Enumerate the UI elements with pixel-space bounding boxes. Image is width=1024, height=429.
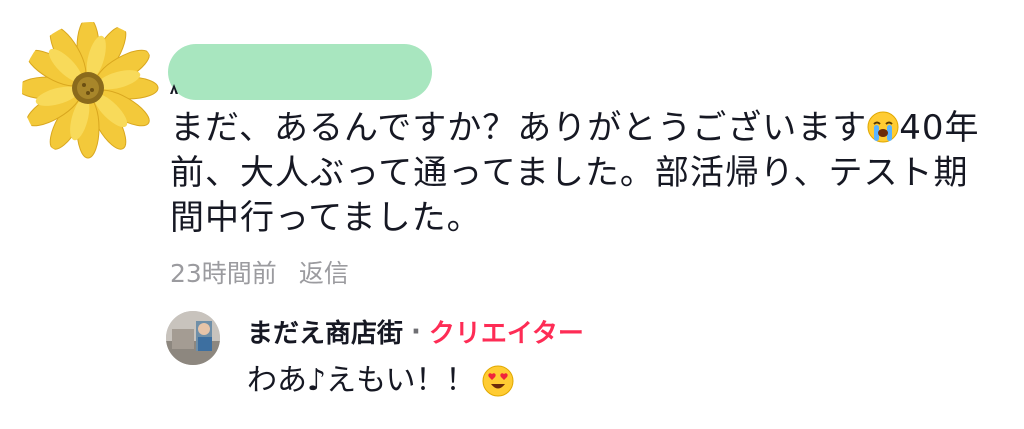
comment-timestamp: 23時間前 [170, 259, 277, 288]
reply-button[interactable]: 返信 [299, 254, 349, 290]
reply-text: わあ♪えもい！！ [247, 360, 514, 402]
redacted-username [168, 44, 432, 100]
creator-badge: クリエイター [428, 319, 584, 349]
reply-header: まだえ商店街 · クリエイター [247, 313, 584, 350]
user-avatar [166, 311, 220, 365]
heart-eyes-emoji [482, 365, 514, 397]
commenter-avatar[interactable] [22, 22, 160, 160]
separator-dot: · [411, 316, 421, 347]
comment-text-part1: まだ、あるんですか？ありがとうございます [170, 108, 868, 148]
comment-meta: 23時間前 返信 [170, 254, 349, 290]
sunflower-icon [22, 22, 160, 160]
reply-author-avatar[interactable] [166, 311, 220, 365]
reply-text-body: わあ♪えもい！！ [247, 363, 476, 398]
loudly-crying-face-emoji [867, 110, 899, 143]
comment-text: まだ、あるんですか？ありがとうございます 40年前、大人ぶって通ってました。部活帰… [170, 106, 980, 241]
reply-author-name[interactable]: まだえ商店街 [247, 313, 403, 350]
